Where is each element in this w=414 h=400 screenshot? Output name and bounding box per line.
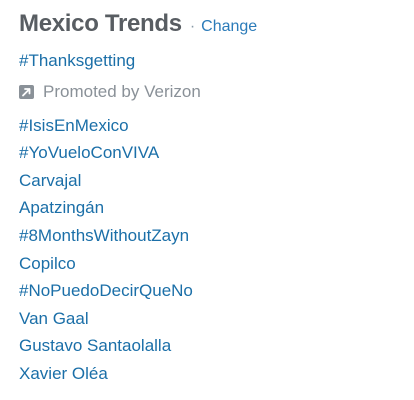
promoted-arrow-icon: [19, 85, 34, 100]
promoted-label-row: Promoted by Verizon: [19, 79, 414, 106]
trend-item[interactable]: Gustavo Santaolalla: [19, 336, 414, 364]
promoted-trend-link[interactable]: #Thanksgetting: [19, 51, 414, 79]
trend-item[interactable]: Apatzingán: [19, 198, 414, 226]
trend-item[interactable]: Copilco: [19, 254, 414, 282]
trends-header: Mexico Trends · Change: [19, 10, 414, 40]
title-separator: ·: [189, 18, 196, 35]
trend-item[interactable]: #NoPuedoDecirQueNo: [19, 281, 414, 309]
trends-title: Mexico Trends: [19, 10, 182, 37]
promoted-trend: #Thanksgetting Promoted by Verizon: [19, 51, 414, 106]
promoted-by-label: Promoted by Verizon: [43, 82, 201, 102]
trend-item[interactable]: #IsisEnMexico: [19, 116, 414, 144]
trend-item[interactable]: Carvajal: [19, 171, 414, 199]
trend-item[interactable]: Xavier Oléa: [19, 364, 414, 392]
trend-list: #Thanksgetting Promoted by Verizon #Isis…: [19, 51, 414, 392]
change-location-link[interactable]: Change: [201, 18, 257, 36]
trends-panel: Mexico Trends · Change #Thanksgetting Pr…: [0, 0, 414, 400]
trend-item[interactable]: #YoVueloConVIVA: [19, 143, 414, 171]
trend-item[interactable]: #8MonthsWithoutZayn: [19, 226, 414, 254]
trend-item[interactable]: Van Gaal: [19, 309, 414, 337]
